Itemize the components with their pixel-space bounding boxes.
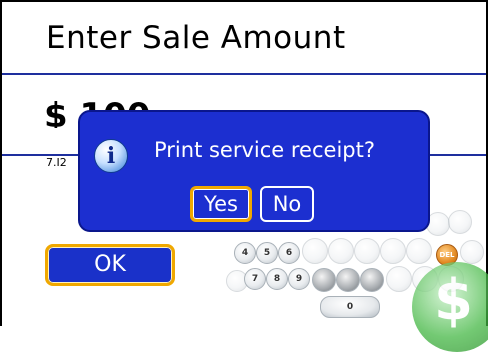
keypad-key-8: 8 [266,268,288,290]
keypad-key [312,268,336,292]
info-icon: i [94,139,128,173]
title-divider [2,73,486,75]
amount-note: 7.I2 [46,156,67,169]
dialog-message: Print service receipt? [154,138,375,162]
yes-button[interactable]: Yes [190,186,252,222]
keypad-key [380,238,406,264]
keypad-key [460,240,484,264]
page-title: Enter Sale Amount [46,20,346,56]
keypad-key-6: 6 [278,242,300,264]
dollar-logo-icon: $ [412,262,488,352]
no-button[interactable]: No [260,186,314,222]
keypad-key-5: 5 [256,242,278,264]
keypad-key [328,238,354,264]
keypad-key [386,266,412,292]
ok-button[interactable]: OK [45,244,175,286]
keypad-key [354,238,380,264]
keypad-key [302,238,328,264]
keypad-key [336,268,360,292]
dollar-symbol: $ [434,268,473,333]
window-left-border [0,0,2,326]
keypad-key [360,268,384,292]
keypad-key [448,210,472,234]
window-top-border [0,0,488,2]
keypad-key-4: 4 [234,242,256,264]
keypad-key-9: 9 [288,268,310,290]
keypad-key-7: 7 [244,268,266,290]
print-receipt-dialog: i Print service receipt? Yes No [78,110,430,232]
keypad-key-0: 0 [320,296,380,318]
keypad-key [406,238,432,264]
